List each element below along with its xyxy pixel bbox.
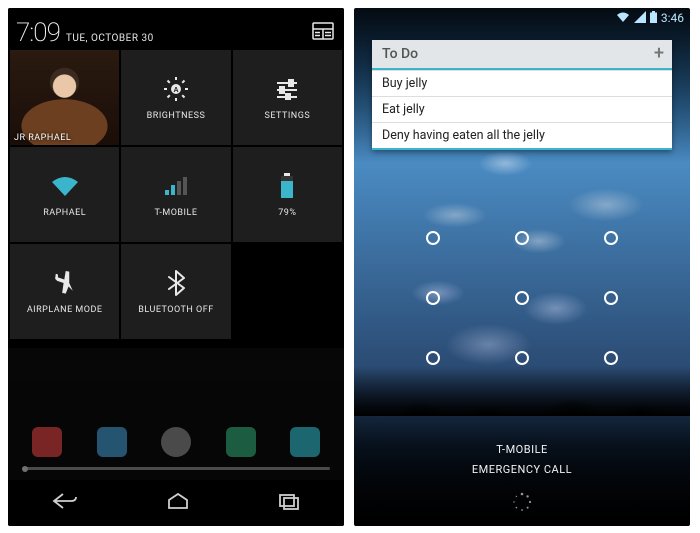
pattern-dot[interactable] bbox=[515, 231, 529, 245]
status-bar: 3:46 bbox=[610, 8, 690, 28]
tile-wifi[interactable]: RAPHAEL bbox=[10, 147, 119, 242]
todo-item[interactable]: Deny having eaten all the jelly bbox=[372, 122, 672, 148]
add-icon[interactable]: + bbox=[654, 45, 664, 63]
carrier-label: T-MOBILE bbox=[354, 443, 690, 456]
tile-label: 79% bbox=[278, 208, 296, 218]
tile-label: JR RAPHAEL bbox=[14, 133, 71, 143]
nav-home-icon[interactable] bbox=[166, 492, 190, 514]
pattern-dot[interactable] bbox=[426, 291, 440, 305]
tile-battery[interactable]: 79% bbox=[233, 147, 342, 242]
battery-icon bbox=[650, 11, 657, 26]
phone-lock-screen: 3:46 To Do + Buy jelly Eat jelly Deny ha… bbox=[354, 8, 690, 526]
wifi-icon bbox=[616, 11, 630, 26]
dock-app-icon bbox=[32, 427, 62, 457]
app-drawer-icon bbox=[161, 427, 191, 457]
quick-settings-grid: JR RAPHAEL A BRIGHTNESS bbox=[8, 50, 344, 339]
status-date: TUE, OCTOBER 30 bbox=[66, 33, 154, 44]
tile-label: BRIGHTNESS bbox=[147, 111, 206, 121]
pattern-dot[interactable] bbox=[426, 351, 440, 365]
todo-item[interactable]: Buy jelly bbox=[372, 70, 672, 96]
emergency-call-button[interactable]: EMERGENCY CALL bbox=[354, 463, 690, 476]
todo-item[interactable]: Eat jelly bbox=[372, 96, 672, 122]
pattern-dot[interactable] bbox=[426, 231, 440, 245]
dock-app-icon bbox=[226, 427, 256, 457]
pattern-dot[interactable] bbox=[604, 291, 618, 305]
status-bar: 7:09 TUE, OCTOBER 30 bbox=[8, 8, 344, 50]
nav-recent-icon[interactable] bbox=[277, 492, 301, 514]
todo-widget[interactable]: To Do + Buy jelly Eat jelly Deny having … bbox=[372, 40, 672, 150]
tile-label: RAPHAEL bbox=[43, 208, 86, 218]
dock-row bbox=[22, 427, 330, 457]
tile-label: BLUETOOTH OFF bbox=[138, 305, 213, 315]
pattern-dot[interactable] bbox=[515, 351, 529, 365]
nav-back-icon[interactable] bbox=[51, 491, 79, 515]
cell-signal-icon bbox=[163, 172, 189, 200]
dock-app-icon bbox=[97, 427, 127, 457]
tile-label: AIRPLANE MODE bbox=[27, 305, 103, 315]
widget-title: To Do bbox=[382, 46, 418, 62]
avatar-image bbox=[10, 50, 119, 145]
pattern-dot[interactable] bbox=[604, 231, 618, 245]
airplane-icon bbox=[52, 269, 78, 297]
cell-signal-icon bbox=[634, 11, 646, 26]
pattern-dot[interactable] bbox=[515, 291, 529, 305]
tile-label: SETTINGS bbox=[264, 111, 310, 121]
tile-bluetooth[interactable]: BLUETOOTH OFF bbox=[121, 244, 230, 339]
battery-icon bbox=[279, 172, 295, 200]
widget-header: To Do + bbox=[372, 40, 672, 68]
phone-quick-settings: 7:09 TUE, OCTOBER 30 JR RAPHAEL bbox=[8, 8, 344, 526]
status-time: 7:09 bbox=[16, 18, 60, 48]
wifi-icon bbox=[50, 172, 80, 200]
tile-brightness[interactable]: A BRIGHTNESS bbox=[121, 50, 230, 145]
tile-label: T-MOBILE bbox=[155, 208, 198, 218]
tile-profile[interactable]: JR RAPHAEL bbox=[10, 50, 119, 145]
sliders-icon bbox=[275, 75, 299, 103]
tile-settings[interactable]: SETTINGS bbox=[233, 50, 342, 145]
pattern-dot[interactable] bbox=[604, 351, 618, 365]
status-time: 3:46 bbox=[661, 11, 684, 25]
pattern-unlock-grid[interactable] bbox=[354, 208, 690, 388]
bluetooth-icon bbox=[166, 269, 186, 297]
page-indicator bbox=[22, 467, 330, 470]
navigation-bar bbox=[8, 480, 344, 526]
tile-airplane-mode[interactable]: AIRPLANE MODE bbox=[10, 244, 119, 339]
svg-text:A: A bbox=[173, 87, 178, 94]
loading-spinner-icon bbox=[512, 492, 532, 512]
notifications-panel-icon[interactable] bbox=[312, 22, 334, 44]
tile-cell-network[interactable]: T-MOBILE bbox=[121, 147, 230, 242]
home-screen-behind bbox=[8, 348, 344, 480]
dock-app-icon bbox=[290, 427, 320, 457]
widget-divider bbox=[372, 148, 672, 150]
brightness-icon: A bbox=[163, 75, 189, 103]
